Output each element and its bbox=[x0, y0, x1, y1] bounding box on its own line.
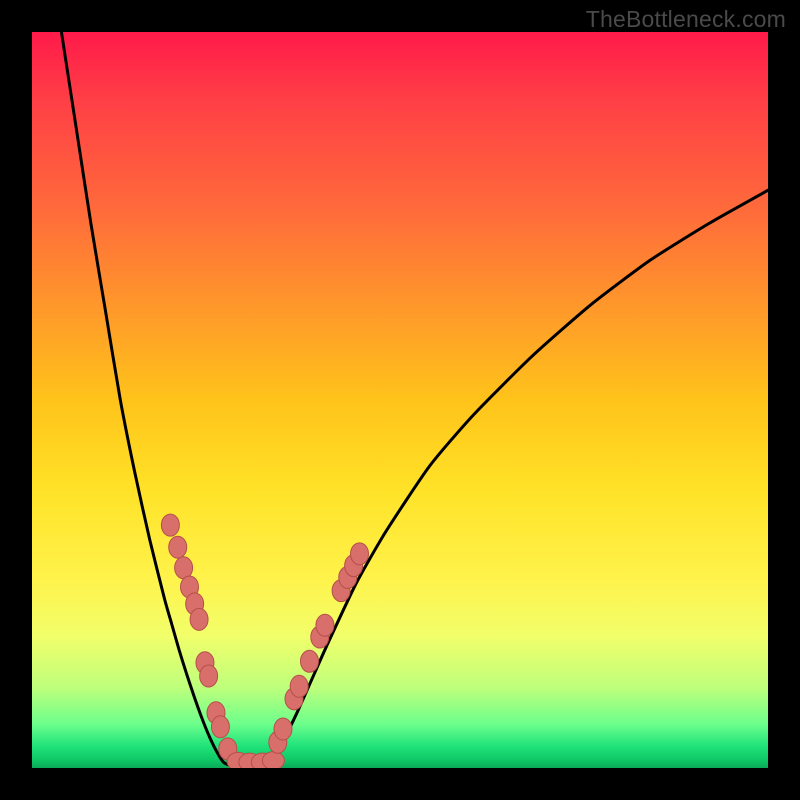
data-marker bbox=[262, 752, 284, 768]
data-marker bbox=[169, 536, 187, 558]
data-markers bbox=[161, 514, 368, 768]
data-marker bbox=[200, 665, 218, 687]
data-marker bbox=[316, 614, 334, 636]
watermark-text: TheBottleneck.com bbox=[586, 6, 786, 33]
data-marker bbox=[190, 608, 208, 630]
data-marker bbox=[351, 543, 369, 565]
data-marker bbox=[290, 675, 308, 697]
data-marker bbox=[300, 650, 318, 672]
chart-frame: TheBottleneck.com bbox=[0, 0, 800, 800]
curve-path bbox=[61, 32, 768, 768]
data-marker bbox=[161, 514, 179, 536]
plot-area bbox=[32, 32, 768, 768]
bottleneck-curve bbox=[61, 32, 768, 768]
chart-svg bbox=[32, 32, 768, 768]
data-marker bbox=[274, 718, 292, 740]
data-marker bbox=[211, 716, 229, 738]
